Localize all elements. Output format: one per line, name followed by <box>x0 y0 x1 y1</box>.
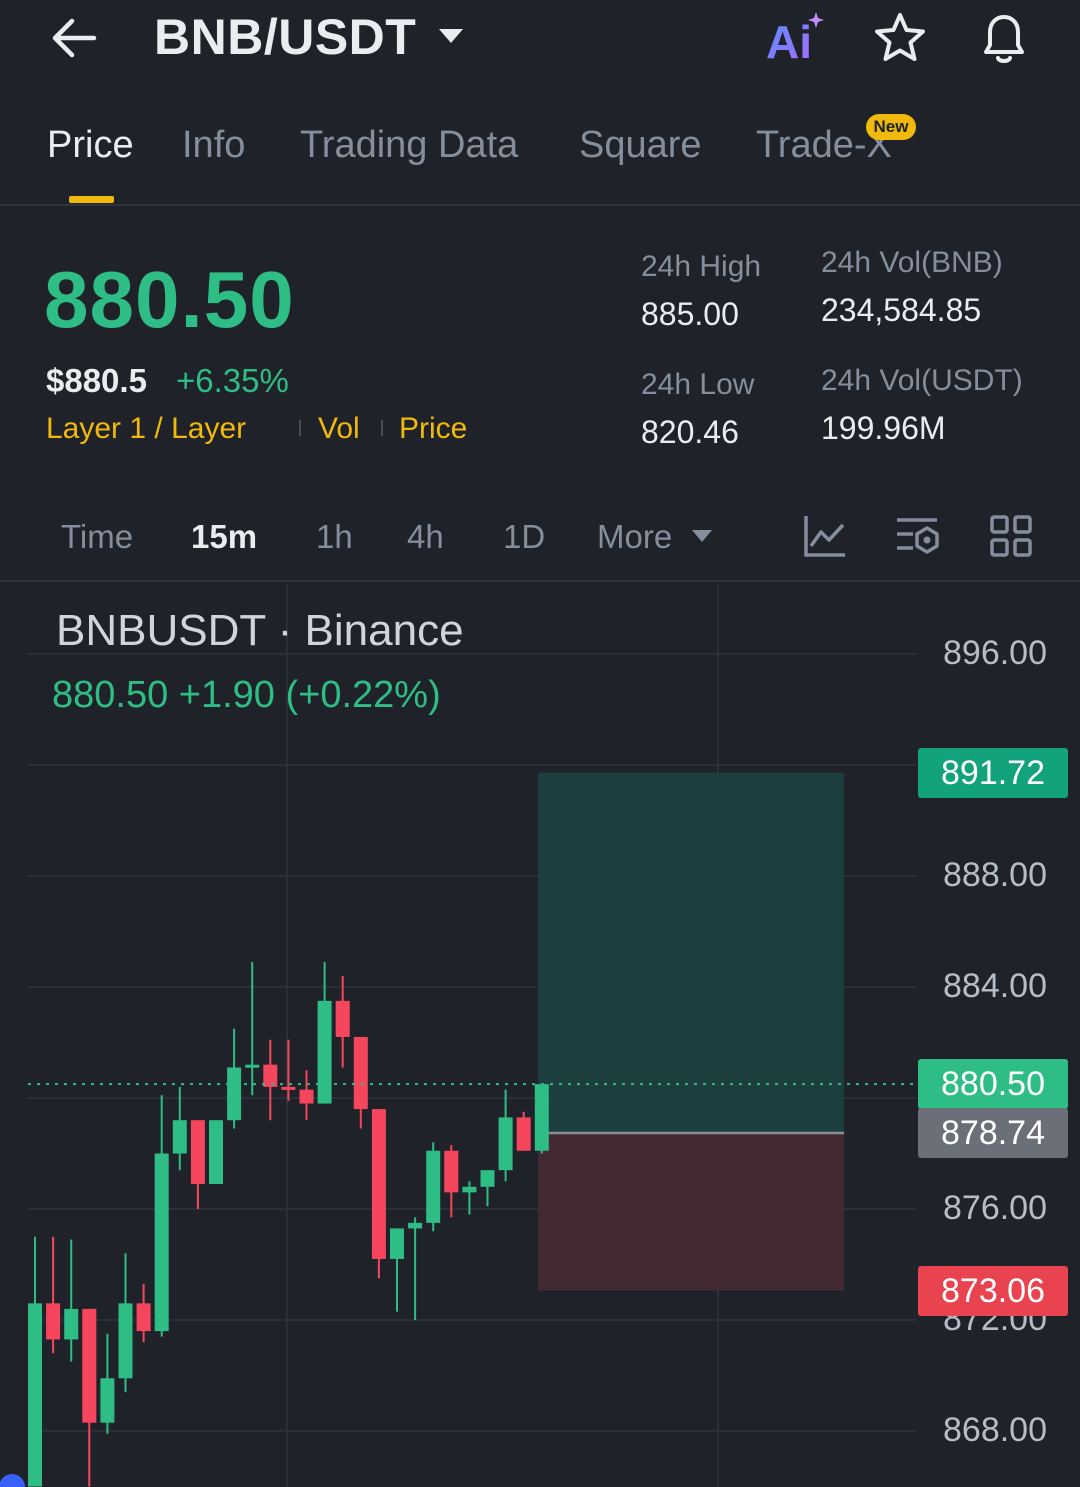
candle-body <box>100 1378 115 1423</box>
candle-body <box>263 1064 278 1087</box>
interval-bar: Time 15m 1h 4h 1D More <box>0 500 1080 582</box>
candle-body <box>136 1303 151 1332</box>
chart-legend-symbol: BNBUSDT · Binance <box>56 606 464 655</box>
pair-title[interactable]: BNB/USDT <box>154 8 416 66</box>
candle-body <box>46 1303 61 1340</box>
candle-body <box>245 1064 260 1068</box>
star-icon[interactable] <box>872 10 928 66</box>
candle-body <box>172 1120 187 1154</box>
entry-price-badge[interactable]: 878.74 <box>918 1107 1068 1158</box>
chart-style-icon[interactable] <box>801 512 849 560</box>
candle-body <box>426 1150 441 1223</box>
y-axis-label: 876.00 <box>943 1189 1047 1227</box>
candle-body <box>28 1303 42 1487</box>
chart-legend-values: 880.50 +1.90 (+0.22%) <box>52 674 441 716</box>
candle-body <box>353 1036 368 1110</box>
stop-loss-zone <box>538 1132 844 1291</box>
interval-1h[interactable]: 1h <box>316 518 353 556</box>
take-profit-zone <box>538 772 844 1133</box>
candle-body <box>227 1067 242 1121</box>
caret-down-icon[interactable] <box>436 26 466 46</box>
candle-body <box>390 1228 404 1259</box>
candle-body <box>408 1222 423 1229</box>
candle-body <box>190 1120 205 1185</box>
price-chart[interactable]: BNBUSDT · Binance 880.50 +1.90 (+0.22%) … <box>0 584 1080 1487</box>
candle-body <box>154 1153 169 1332</box>
caret-down-icon[interactable] <box>690 528 714 544</box>
low-value: 820.46 <box>641 414 739 450</box>
bell-icon[interactable] <box>974 8 1034 68</box>
tag-divider <box>299 420 301 436</box>
candle-body <box>209 1120 223 1185</box>
candlestick-chart[interactable] <box>0 584 1080 1487</box>
interval-more[interactable]: More <box>597 518 672 556</box>
interval-4h[interactable]: 4h <box>407 518 444 556</box>
interval-1d[interactable]: 1D <box>503 518 545 556</box>
scroll-handle <box>0 1474 25 1487</box>
last-price: 880.50 <box>44 255 295 344</box>
top-bar: BNB/USDT Ai <box>0 0 1080 84</box>
main-tabs: Price Info Trading Data Square Trade-X <box>0 110 1080 206</box>
tag-divider <box>381 420 383 436</box>
layout-grid-icon[interactable] <box>987 512 1035 560</box>
candle-body <box>480 1170 495 1187</box>
candle-body <box>335 1000 350 1037</box>
candle-body <box>281 1086 296 1090</box>
candle-body <box>64 1308 79 1340</box>
arrow-left-icon[interactable] <box>48 12 104 64</box>
high-value: 885.00 <box>641 296 739 332</box>
indicator-settings-icon[interactable] <box>893 512 941 560</box>
y-axis-label: 896.00 <box>943 634 1047 672</box>
candle-body <box>462 1186 477 1193</box>
stop-loss-badge[interactable]: 873.06 <box>918 1265 1068 1316</box>
tab-square[interactable]: Square <box>579 124 702 167</box>
vol-quote-value: 199.96M <box>821 410 946 446</box>
tag-vol[interactable]: Vol <box>318 412 360 446</box>
y-axis-label: 884.00 <box>943 967 1047 1005</box>
current-price-badge: 880.50 <box>918 1059 1068 1110</box>
candle-body <box>118 1303 133 1379</box>
interval-15m[interactable]: 15m <box>191 518 257 556</box>
candle-body <box>317 1000 332 1104</box>
active-tab-indicator <box>69 196 114 203</box>
candle-body <box>371 1109 386 1259</box>
take-profit-badge[interactable]: 891.72 <box>918 747 1068 798</box>
vol-base-label: 24h Vol(BNB) <box>821 246 1003 279</box>
candle-body <box>82 1308 97 1423</box>
candle-body <box>444 1150 459 1193</box>
tag-layer[interactable]: Layer 1 / Layer <box>46 412 246 446</box>
usd-price: $880.5 <box>46 362 147 399</box>
candle-body <box>498 1117 513 1171</box>
candle-body <box>299 1089 314 1104</box>
tab-trading-data[interactable]: Trading Data <box>300 124 518 167</box>
tab-info[interactable]: Info <box>182 124 245 167</box>
tab-price[interactable]: Price <box>47 124 134 167</box>
price-change-percent: +6.35% <box>176 362 289 399</box>
vol-quote-label: 24h Vol(USDT) <box>821 364 1023 397</box>
vol-base-value: 234,584.85 <box>821 292 982 328</box>
candle-body <box>534 1084 549 1151</box>
ai-label: Ai <box>766 16 812 66</box>
interval-time[interactable]: Time <box>61 518 133 556</box>
y-axis-label: 888.00 <box>943 856 1047 894</box>
ai-assistant-icon[interactable]: Ai <box>764 10 828 66</box>
y-axis-label: 868.00 <box>943 1411 1047 1449</box>
new-badge: New <box>866 114 916 140</box>
high-label: 24h High <box>641 250 762 283</box>
low-label: 24h Low <box>641 368 755 401</box>
candle-body <box>516 1117 531 1151</box>
tag-price[interactable]: Price <box>399 412 467 446</box>
